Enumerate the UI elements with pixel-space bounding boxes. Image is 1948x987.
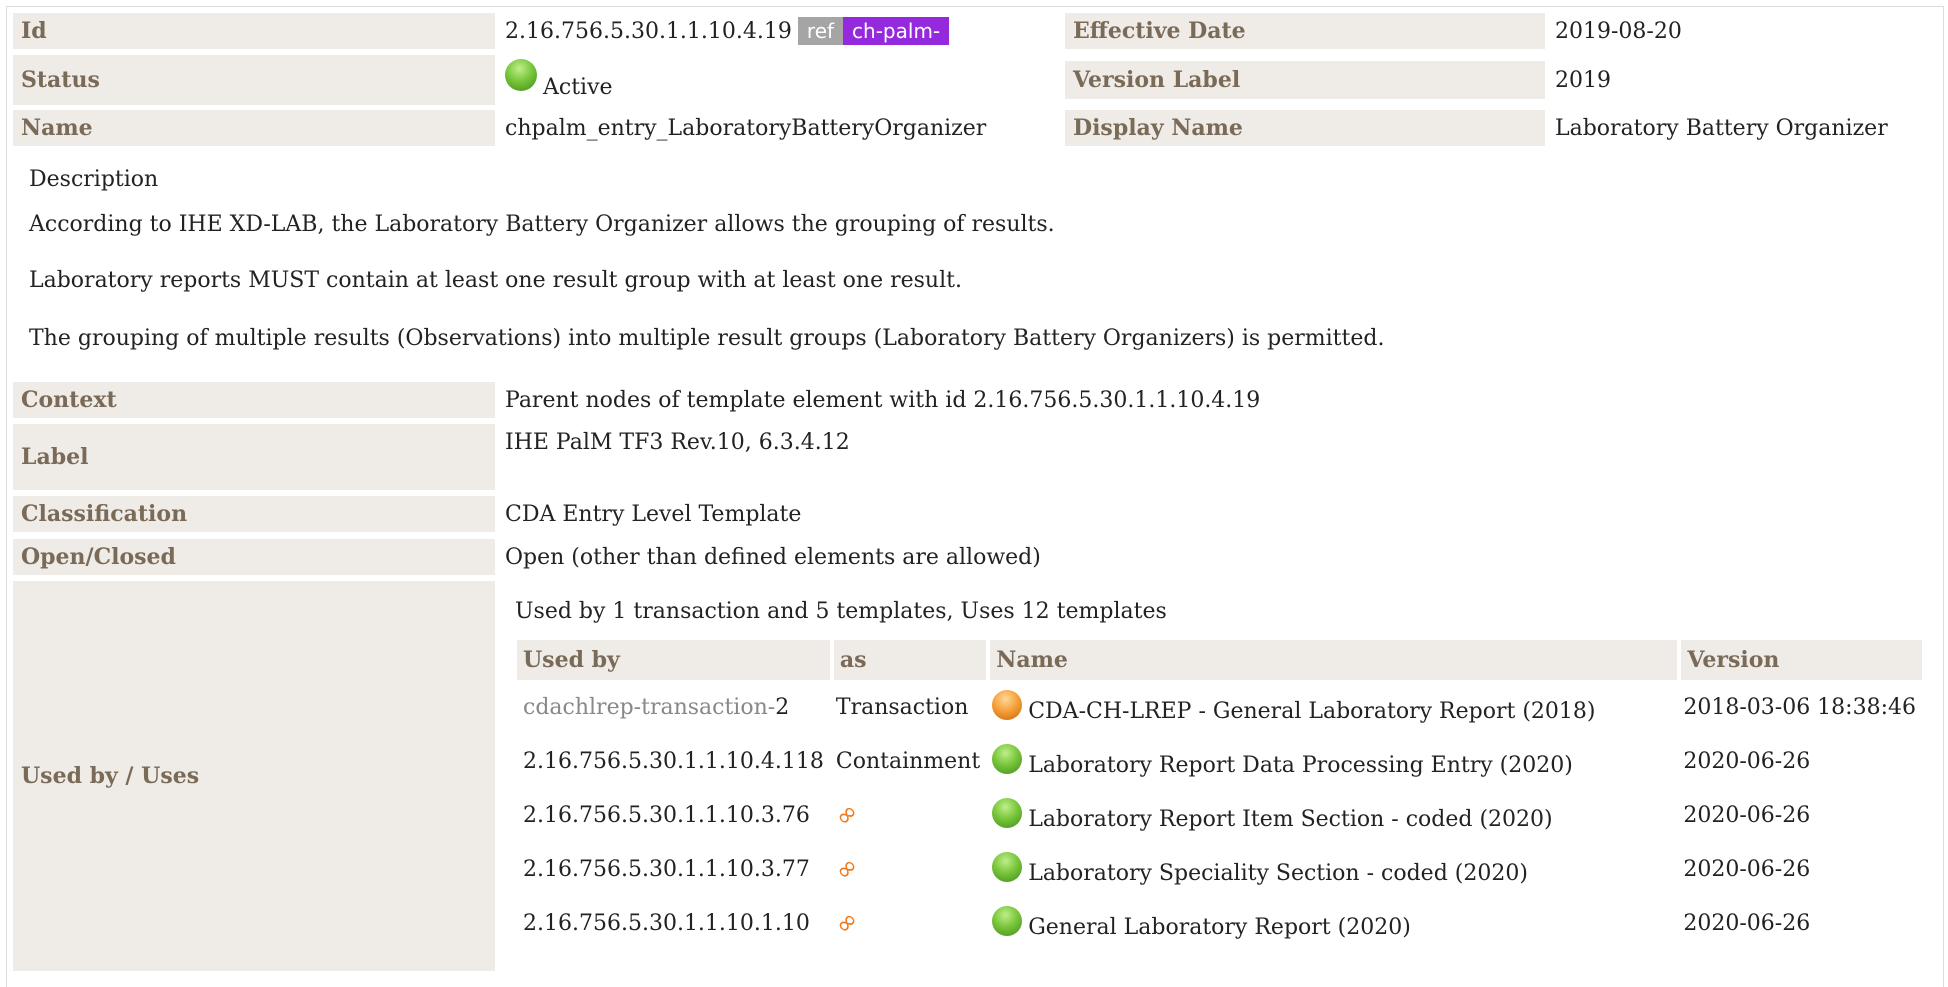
name-label: Name	[13, 110, 495, 146]
as-cell: ∞	[828, 896, 986, 950]
transaction-id[interactable]: 2	[775, 695, 789, 720]
link-icon[interactable]: ∞	[828, 797, 865, 834]
display-name-value: Laboratory Battery Organizer	[1555, 115, 1888, 141]
effective-date-value: 2019-08-20	[1555, 18, 1682, 44]
name-cell[interactable]: General Laboratory Report (2020)	[986, 896, 1677, 950]
orange-status-icon	[992, 690, 1023, 720]
label-label: Label	[13, 424, 495, 490]
table-row: 2.16.756.5.30.1.1.10.3.77 ∞ Laboratory S…	[517, 842, 1922, 896]
as-cell: ∞	[828, 788, 986, 842]
open-closed-value: Open (other than defined elements are al…	[505, 544, 1041, 570]
as-cell: Transaction	[835, 694, 969, 720]
used-by-uses-label: Used by / Uses	[13, 581, 495, 971]
status-value-cell: Active	[497, 55, 1063, 105]
version-cell: 2020-06-26	[1683, 910, 1811, 936]
used-by-cell[interactable]: cdachlrep-transaction-2	[517, 680, 830, 734]
used-by-cell[interactable]: 2.16.756.5.30.1.1.10.4.118	[517, 734, 830, 788]
prefix-badge: ch-palm-	[843, 17, 950, 45]
used-by-cell[interactable]: 2.16.756.5.30.1.1.10.3.76	[517, 788, 830, 842]
column-header-used-by: Used by	[517, 640, 830, 680]
table-row: 2.16.756.5.30.1.1.10.3.76 ∞ Laboratory R…	[517, 788, 1922, 842]
context-value: Parent nodes of template element with id…	[505, 387, 1261, 413]
version-cell: 2018-03-06 18:38:46	[1683, 694, 1916, 720]
id-label: Id	[13, 13, 495, 49]
id-value: 2.16.756.5.30.1.1.10.4.19	[505, 18, 792, 44]
column-header-name: Name	[986, 640, 1678, 680]
green-status-icon	[992, 744, 1023, 774]
template-name[interactable]: Laboratory Report Data Processing Entry …	[1028, 753, 1573, 778]
name-cell[interactable]: CDA-CH-LREP - General Laboratory Report …	[986, 680, 1677, 734]
ref-badge: ref	[797, 17, 844, 45]
name-value: chpalm_entry_LaboratoryBatteryOrganizer	[505, 115, 987, 141]
version-cell: 2020-06-26	[1683, 748, 1811, 774]
status-value: Active	[543, 74, 613, 100]
open-closed-label: Open/Closed	[13, 539, 495, 575]
description-paragraph: The grouping of multiple results (Observ…	[29, 326, 1385, 351]
used-by-cell[interactable]: 2.16.756.5.30.1.1.10.1.10	[517, 896, 830, 950]
version-label-label: Version Label	[1065, 61, 1545, 99]
green-status-icon	[992, 798, 1023, 828]
description-heading: Description	[29, 167, 159, 192]
name-cell[interactable]: Laboratory Speciality Section - coded (2…	[986, 842, 1677, 896]
description-paragraph: Laboratory reports MUST contain at least…	[29, 268, 962, 293]
classification-label: Classification	[13, 496, 495, 532]
description-paragraph: According to IHE XD-LAB, the Laboratory …	[29, 212, 1055, 237]
green-status-icon	[992, 906, 1023, 936]
template-name[interactable]: Laboratory Report Item Section - coded (…	[1028, 807, 1552, 832]
name-cell[interactable]: Laboratory Report Data Processing Entry …	[986, 734, 1677, 788]
template-name[interactable]: CDA-CH-LREP - General Laboratory Report …	[1028, 699, 1595, 724]
display-name-label: Display Name	[1065, 110, 1545, 146]
as-cell: Containment	[835, 748, 981, 774]
link-icon[interactable]: ∞	[828, 851, 865, 888]
transaction-prefix[interactable]: cdachlrep-transaction-	[523, 695, 775, 720]
classification-value: CDA Entry Level Template	[505, 501, 802, 527]
usage-summary: Used by 1 transaction and 5 templates, U…	[515, 598, 1167, 624]
table-row: 2.16.756.5.30.1.1.10.1.10 ∞ General Labo…	[517, 896, 1922, 950]
as-cell: ∞	[828, 842, 986, 896]
id-value-cell: 2.16.756.5.30.1.1.10.4.19 ref ch-palm-	[497, 13, 1063, 49]
name-cell[interactable]: Laboratory Report Item Section - coded (…	[986, 788, 1677, 842]
effective-date-label: Effective Date	[1065, 13, 1545, 49]
usage-table: Used by as Name Version cdachlrep-transa…	[517, 640, 1922, 950]
template-name[interactable]: General Laboratory Report (2020)	[1028, 915, 1411, 940]
table-row: cdachlrep-transaction-2 Transaction CDA-…	[517, 680, 1922, 734]
green-status-icon	[992, 852, 1023, 882]
column-header-as: as	[829, 640, 987, 680]
column-header-version: Version	[1677, 640, 1922, 680]
context-label: Context	[13, 382, 495, 418]
table-row: 2.16.756.5.30.1.1.10.4.118 Containment L…	[517, 734, 1922, 788]
green-status-icon	[505, 59, 537, 91]
version-label-value: 2019	[1555, 67, 1611, 93]
link-icon[interactable]: ∞	[828, 905, 865, 942]
status-label: Status	[13, 55, 495, 105]
template-name[interactable]: Laboratory Speciality Section - coded (2…	[1028, 861, 1528, 886]
label-value: IHE PalM TF3 Rev.10, 6.3.4.12	[505, 429, 850, 455]
version-cell: 2020-06-26	[1683, 802, 1811, 828]
used-by-cell[interactable]: 2.16.756.5.30.1.1.10.3.77	[517, 842, 830, 896]
version-cell: 2020-06-26	[1683, 856, 1811, 882]
